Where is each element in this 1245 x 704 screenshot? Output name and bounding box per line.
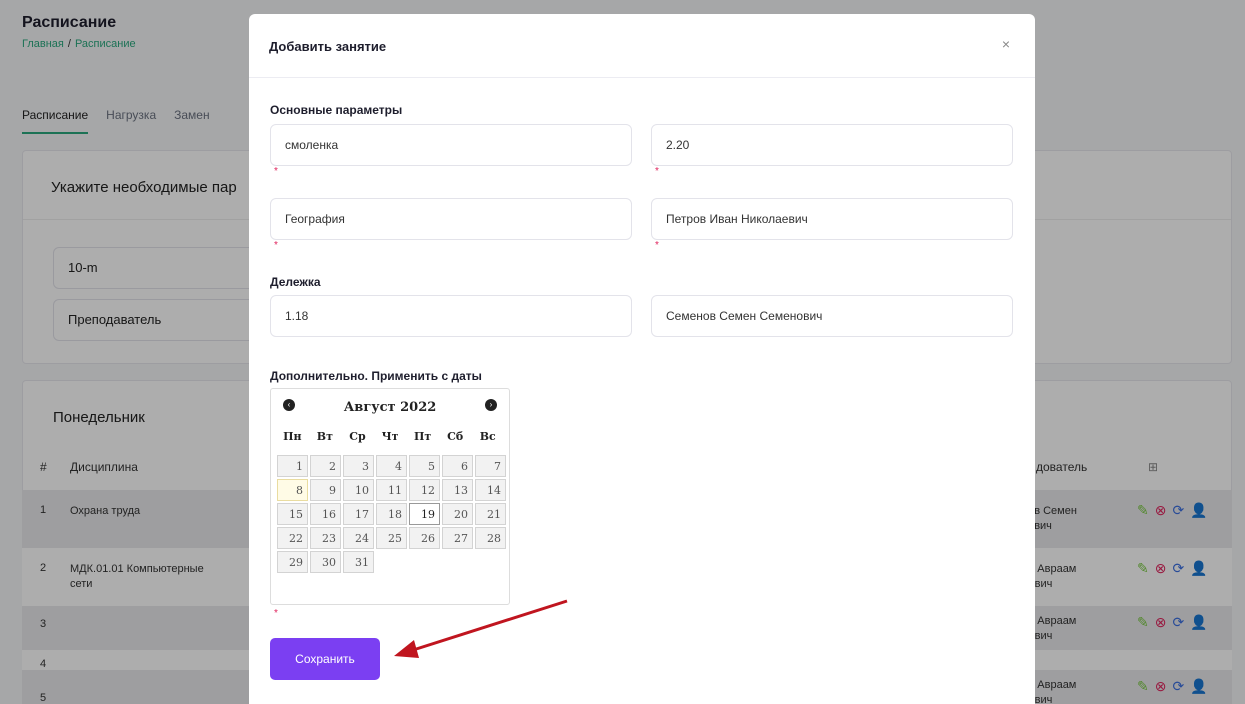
calendar-day[interactable]: 23 — [310, 527, 341, 549]
required-mark: * — [274, 240, 278, 251]
calendar-day[interactable]: 8 — [277, 479, 308, 501]
section-split-title: Дележка — [270, 275, 321, 289]
calendar-day[interactable]: 1 — [277, 455, 308, 477]
required-mark: * — [655, 240, 659, 251]
weekday-label: Ср — [349, 430, 366, 443]
weekday-label: Чт — [381, 430, 399, 443]
place-field[interactable]: смоленка — [270, 124, 632, 166]
calendar-day[interactable]: 26 — [409, 527, 440, 549]
modal-title: Добавить занятие — [269, 39, 387, 54]
calendar-day[interactable]: 17 — [343, 503, 374, 525]
room-field[interactable]: 2.20 — [651, 124, 1013, 166]
calendar-days: 1 2 3 4 5 6 7 8 9 10 11 12 13 14 15 16 17 18 19 20 21 22 23 24 2… — [272, 455, 509, 573]
teacher-field[interactable]: Петров Иван Николаевич — [651, 198, 1013, 240]
calendar-day[interactable]: 21 — [475, 503, 506, 525]
calendar-day[interactable]: 9 — [310, 479, 341, 501]
calendar-day[interactable]: 30 — [310, 551, 341, 573]
calendar-day[interactable]: 15 — [277, 503, 308, 525]
calendar-day[interactable]: 24 — [343, 527, 374, 549]
calendar-day[interactable]: 11 — [376, 479, 407, 501]
weekday-label: Пн — [283, 430, 302, 443]
calendar-day[interactable]: 7 — [475, 455, 506, 477]
weekday-label: Вс — [479, 430, 496, 443]
section-main-title: Основные параметры — [270, 103, 403, 117]
calendar-day[interactable]: 28 — [475, 527, 506, 549]
next-month-icon[interactable]: › — [485, 399, 497, 411]
close-icon[interactable]: × — [1002, 36, 1010, 52]
calendar-day[interactable]: 14 — [475, 479, 506, 501]
calendar-header: ‹ Август 2022 › — [271, 389, 509, 425]
split-room-field[interactable]: 1.18 — [270, 295, 632, 337]
calendar-month: Август 2022 — [343, 400, 437, 415]
section-extra-title: Дополнительно. Применить с даты — [270, 369, 482, 383]
calendar-day[interactable]: 27 — [442, 527, 473, 549]
weekday-label: Вт — [316, 430, 333, 443]
calendar-day[interactable]: 2 — [310, 455, 341, 477]
calendar-day[interactable]: 12 — [409, 479, 440, 501]
calendar-day[interactable]: 19 — [409, 503, 440, 525]
calendar-day[interactable]: 18 — [376, 503, 407, 525]
required-mark: * — [655, 166, 659, 177]
calendar-day[interactable]: 16 — [310, 503, 341, 525]
required-mark: * — [274, 608, 278, 619]
calendar-day[interactable]: 20 — [442, 503, 473, 525]
calendar-day[interactable]: 10 — [343, 479, 374, 501]
calendar-day[interactable]: 29 — [277, 551, 308, 573]
subject-field[interactable]: География — [270, 198, 632, 240]
calendar-day[interactable]: 3 — [343, 455, 374, 477]
calendar-day[interactable]: 22 — [277, 527, 308, 549]
calendar-day[interactable]: 5 — [409, 455, 440, 477]
calendar-day[interactable]: 31 — [343, 551, 374, 573]
calendar-day[interactable]: 25 — [376, 527, 407, 549]
calendar-day[interactable]: 13 — [442, 479, 473, 501]
weekday-row: Пн Вт Ср Чт Пт Сб Вс — [271, 427, 509, 455]
add-lesson-modal: Добавить занятие × Основные параметры см… — [249, 14, 1035, 704]
split-teacher-field[interactable]: Семенов Семен Семенович — [651, 295, 1013, 337]
calendar-day[interactable]: 6 — [442, 455, 473, 477]
save-button[interactable]: Сохранить — [270, 638, 380, 680]
calendar-day[interactable]: 4 — [376, 455, 407, 477]
weekday-label: Сб — [447, 430, 464, 443]
date-picker: ‹ Август 2022 › Пн Вт Ср Чт Пт Сб Вс 123… — [270, 388, 510, 605]
required-mark: * — [274, 166, 278, 177]
weekday-label: Пт — [413, 430, 432, 443]
modal-header: Добавить занятие × — [249, 14, 1035, 78]
